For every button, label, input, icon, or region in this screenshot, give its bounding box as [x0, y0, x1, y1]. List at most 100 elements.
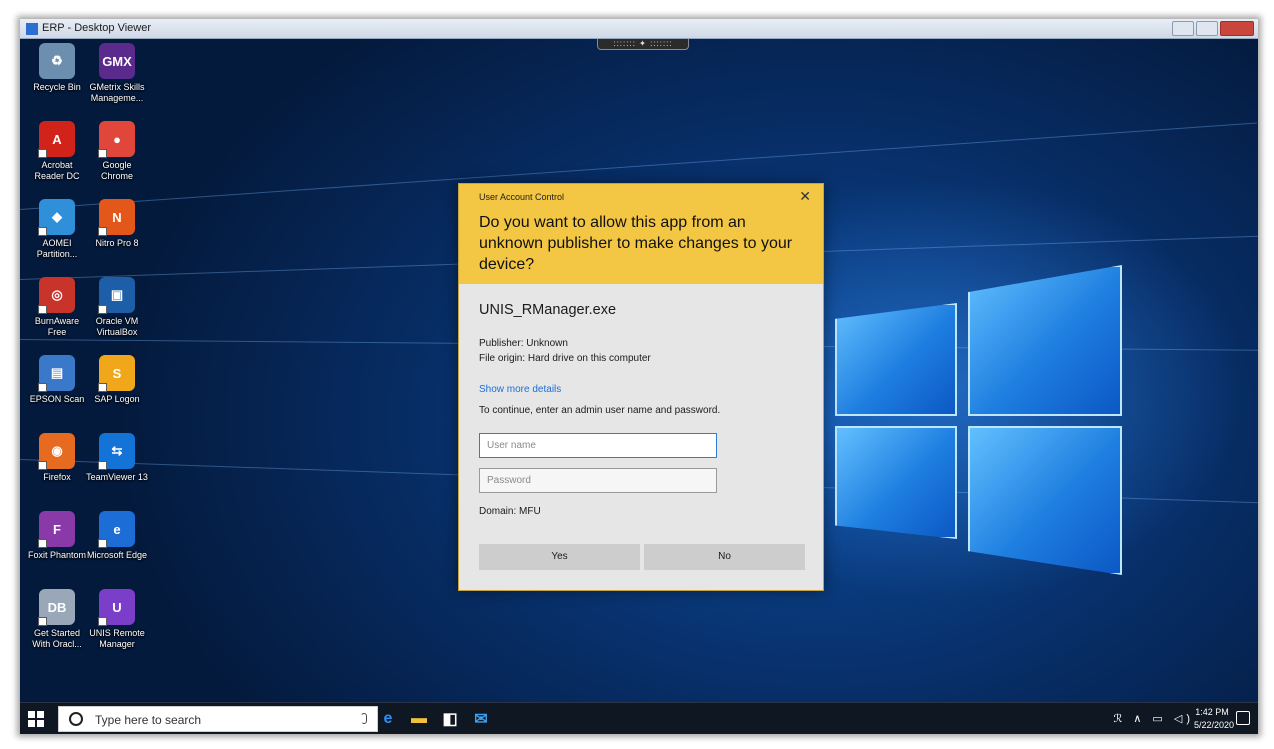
taskbar-search-box[interactable]: Type here to search	[58, 706, 378, 732]
clock-time: 1:42 PM	[1195, 707, 1229, 717]
desktop-icon-oracle-start[interactable]: DB Get Started With Oracl...	[26, 589, 88, 650]
desktop-icon-unis-remote[interactable]: U UNIS Remote Manager	[86, 589, 148, 650]
window-titlebar: ERP - Desktop Viewer	[20, 19, 1258, 39]
desktop-icon-burnaware[interactable]: ◎ BurnAware Free	[26, 277, 88, 338]
gmetrix-icon: GMX	[99, 43, 135, 79]
domain-label: Domain: MFU	[479, 506, 541, 517]
start-button[interactable]	[28, 711, 44, 727]
desktop-icon-teamviewer[interactable]: ⇆ TeamViewer 13	[86, 433, 148, 483]
recycle-bin-icon: ♻	[39, 43, 75, 79]
virtualbox-icon: ▣	[98, 277, 135, 314]
show-more-details-link[interactable]: Show more details	[479, 384, 561, 395]
taskbar: Type here to search ⧉ e ▬ ◧ ✉ ℛ ∧ ▭ ◁) 1:42 …	[20, 702, 1258, 734]
desktop-icon-chrome[interactable]: ● Google Chrome	[86, 121, 148, 182]
shortcut-arrow-icon	[98, 305, 107, 314]
shortcut-arrow-icon	[38, 617, 47, 626]
desktop-icon-label: Google Chrome	[100, 160, 133, 181]
desktop-icon-label: Recycle Bin	[33, 82, 81, 92]
desktop-icon-label: UNIS Remote Manager	[89, 628, 145, 649]
desktop-icon-sap-logon[interactable]: S SAP Logon	[86, 355, 148, 405]
shortcut-arrow-icon	[98, 149, 107, 158]
database-icon: DB	[38, 589, 75, 626]
window-title: ERP - Desktop Viewer	[42, 22, 152, 34]
notification-center-icon[interactable]	[1236, 711, 1250, 725]
close-window-button[interactable]	[1220, 21, 1254, 36]
desktop-icon-nitro[interactable]: N Nitro Pro 8	[86, 199, 148, 249]
desktop-icon-label: Get Started With Oracl...	[32, 628, 82, 649]
desktop-icon-label: GMetrix Skills Manageme...	[89, 82, 145, 103]
shortcut-arrow-icon	[98, 383, 107, 392]
password-input[interactable]	[479, 468, 717, 493]
edge-icon[interactable]: e	[379, 710, 397, 728]
desktop-icon-label: SAP Logon	[94, 394, 140, 404]
connection-bar[interactable]: ::::::: ✦ :::::::	[597, 39, 689, 50]
desktop-icon-label: Firefox	[43, 472, 71, 482]
firefox-icon: ◉	[38, 433, 75, 470]
yes-button[interactable]: Yes	[479, 544, 640, 570]
windows-logo-pane	[835, 426, 957, 539]
shortcut-arrow-icon	[98, 461, 107, 470]
desktop: ♻ Recycle Bin GMX GMetrix Skills Manageme..…	[20, 39, 1258, 702]
shortcut-arrow-icon	[38, 383, 47, 392]
store-icon[interactable]: ◧	[441, 710, 459, 728]
desktop-viewer-window: ERP - Desktop Viewer ♻ Recycle Bin GMX GMet…	[20, 19, 1258, 734]
file-origin-info: File origin: Hard drive on this computer	[479, 353, 651, 364]
clock-date: 5/22/2020	[1194, 720, 1235, 730]
shortcut-arrow-icon	[38, 149, 47, 158]
desktop-icon-aomei[interactable]: ◆ AOMEI Partition...	[26, 199, 88, 260]
desktop-icon-virtualbox[interactable]: ▣ Oracle VM VirtualBox	[86, 277, 148, 338]
username-input[interactable]	[479, 433, 717, 458]
nitro-icon: N	[98, 199, 135, 236]
desktop-icon-label: Nitro Pro 8	[95, 238, 139, 248]
chrome-icon: ●	[98, 121, 135, 158]
windows-logo-icon	[28, 720, 35, 727]
clock[interactable]: 1:42 PM 5/22/2020	[1194, 706, 1235, 732]
shortcut-arrow-icon	[38, 461, 47, 470]
windows-logo-pane	[968, 426, 1122, 575]
minimize-button[interactable]	[1172, 21, 1194, 36]
teamviewer-icon: ⇆	[98, 433, 135, 470]
windows-logo-pane	[968, 265, 1122, 416]
uac-title: User Account Control	[479, 192, 565, 202]
desktop-icon-epson-scan[interactable]: ▤ EPSON Scan	[26, 355, 88, 405]
shortcut-arrow-icon	[98, 227, 107, 236]
desktop-icon-label: Acrobat Reader DC	[34, 160, 80, 181]
aomei-icon: ◆	[38, 199, 75, 236]
desktop-icon-firefox[interactable]: ◉ Firefox	[26, 433, 88, 483]
uac-dialog: User Account Control ✕ Do you want to al…	[458, 183, 824, 591]
system-tray-icons[interactable]: ℛ ∧ ▭ ◁)	[1113, 712, 1194, 725]
cortana-icon	[69, 712, 83, 726]
shortcut-arrow-icon	[98, 539, 107, 548]
desktop-icon-gmetrix[interactable]: GMX GMetrix Skills Manageme...	[86, 43, 148, 104]
desktop-icon-foxit[interactable]: F Foxit Phantom	[26, 511, 88, 561]
acrobat-icon: A	[38, 121, 75, 158]
desktop-icon-label: TeamViewer 13	[86, 472, 148, 482]
shortcut-arrow-icon	[38, 539, 47, 548]
no-button[interactable]: No	[644, 544, 805, 570]
mail-icon[interactable]: ✉	[472, 710, 490, 728]
desktop-icon-label: Oracle VM VirtualBox	[95, 316, 139, 337]
edge-icon: e	[98, 511, 135, 548]
desktop-icon-edge[interactable]: e Microsoft Edge	[86, 511, 148, 561]
desktop-icon-label: Microsoft Edge	[86, 550, 148, 560]
desktop-icon-recycle-bin[interactable]: ♻ Recycle Bin	[26, 43, 88, 93]
publisher-info: Publisher: Unknown	[479, 338, 568, 349]
task-view-icon[interactable]: ⧉	[348, 710, 366, 728]
app-icon	[26, 23, 38, 35]
desktop-icon-acrobat[interactable]: A Acrobat Reader DC	[26, 121, 88, 182]
shortcut-arrow-icon	[38, 227, 47, 236]
shortcut-arrow-icon	[98, 617, 107, 626]
epson-scan-icon: ▤	[38, 355, 75, 392]
app-name: UNIS_RManager.exe	[479, 302, 617, 318]
uac-question: Do you want to allow this app from an un…	[479, 214, 793, 273]
folder-icon[interactable]: ▬	[410, 710, 428, 728]
sap-logon-icon: S	[98, 355, 135, 392]
desktop-icon-label: AOMEI Partition...	[36, 238, 78, 259]
desktop-icon-label: BurnAware Free	[34, 316, 80, 337]
desktop-icon-label: EPSON Scan	[29, 394, 85, 404]
credentials-instruction: To continue, enter an admin user name an…	[479, 405, 721, 416]
windows-logo-icon	[37, 711, 44, 718]
close-icon[interactable]: ✕	[799, 188, 811, 205]
maximize-button[interactable]	[1196, 21, 1218, 36]
shortcut-arrow-icon	[38, 305, 47, 314]
